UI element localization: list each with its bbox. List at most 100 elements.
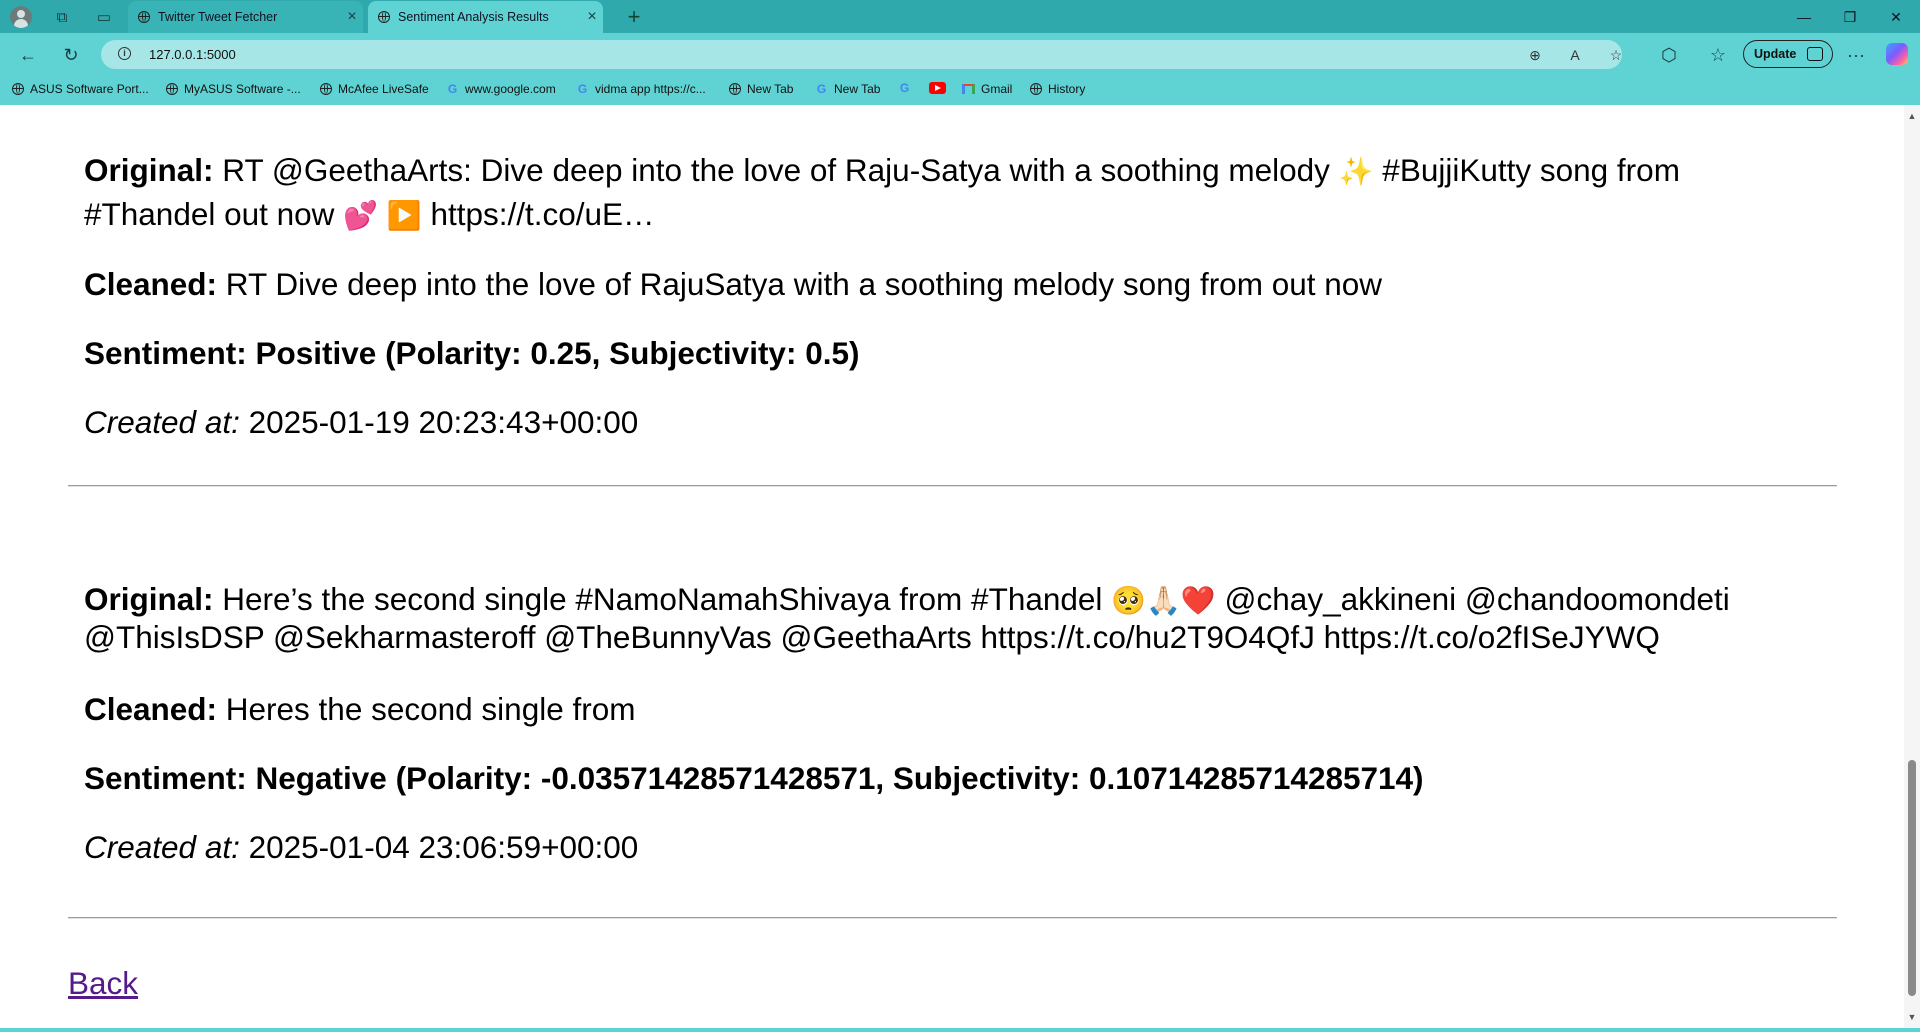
bookmark-item[interactable]: G New Tab	[815, 81, 881, 96]
copilot-icon[interactable]	[1886, 43, 1908, 65]
divider	[68, 917, 1837, 919]
close-tab-icon[interactable]: ×	[581, 8, 603, 26]
google-icon: G	[816, 81, 827, 96]
bookmark-label: www.google.com	[465, 82, 556, 96]
red-heart-icon: ❤️	[1180, 584, 1216, 617]
tab-sentiment-analysis-results[interactable]: Sentiment Analysis Results ×	[368, 1, 603, 33]
results-content: Original: Here’s the second single #Namo…	[84, 581, 1784, 869]
bookmark-item[interactable]: MyASUS Software -...	[166, 82, 301, 96]
tab-twitter-tweet-fetcher[interactable]: Twitter Tweet Fetcher ×	[128, 1, 363, 33]
update-button[interactable]: Update	[1743, 40, 1833, 68]
bookmark-label: MyASUS Software -...	[184, 82, 301, 96]
bookmark-item[interactable]: Gmail	[962, 82, 1012, 96]
address-bar[interactable]: i 127.0.0.1:5000 ⊕ A ☆	[101, 40, 1622, 69]
scrollbar-thumb[interactable]	[1908, 760, 1916, 996]
cleaned-label: Cleaned:	[84, 691, 218, 727]
zoom-icon[interactable]: ⊕	[1524, 44, 1546, 66]
tweet-cleaned: Cleaned: RT Dive deep into the love of R…	[84, 263, 1784, 306]
pleading-face-icon: 🥺	[1111, 584, 1147, 617]
cleaned-text: RT Dive deep into the love of RajuSatya …	[217, 266, 1383, 302]
bookmark-item[interactable]: McAfee LiveSafe	[320, 82, 429, 96]
update-icon	[1807, 47, 1823, 61]
close-tab-icon[interactable]: ×	[341, 8, 363, 26]
restore-window-button[interactable]: ❐	[1827, 2, 1873, 32]
profile-avatar-icon[interactable]	[10, 6, 32, 28]
tweet-cleaned: Cleaned: Heres the second single from	[84, 688, 1784, 731]
youtube-icon[interactable]	[929, 82, 946, 94]
favorites-icon[interactable]: ☆	[1704, 41, 1732, 69]
created-at-label: Created at:	[84, 829, 240, 865]
favorite-star-icon[interactable]: ☆	[1605, 44, 1627, 66]
tweet-sentiment: Sentiment: Negative (Polarity: -0.035714…	[84, 760, 1424, 796]
globe-icon	[320, 83, 332, 95]
folded-hands-icon: 🙏🏻	[1146, 584, 1181, 617]
close-window-button[interactable]: ✕	[1873, 2, 1919, 32]
bookmark-label: Gmail	[981, 82, 1013, 96]
bookmark-label: New Tab	[747, 82, 794, 96]
vertical-tabs-icon[interactable]: ▭	[91, 4, 117, 30]
vertical-scrollbar[interactable]: ▲ ▼	[1904, 105, 1920, 1032]
globe-icon	[166, 83, 178, 95]
back-arrow-icon[interactable]: ←	[14, 41, 42, 69]
cleaned-text: Heres the second single from	[217, 691, 636, 727]
extensions-icon[interactable]: ⬡	[1655, 41, 1683, 69]
tab-title: Twitter Tweet Fetcher	[158, 10, 278, 24]
bookmark-item[interactable]: ASUS Software Port...	[12, 82, 149, 96]
scroll-up-arrow-icon[interactable]: ▲	[1907, 111, 1917, 121]
tweet-created-at: Created at: 2025-01-19 20:23:43+00:00	[84, 401, 1784, 444]
results-content: Original: RT @GeethaArts: Dive deep into…	[84, 149, 1784, 444]
created-at-value: 2025-01-19 20:23:43+00:00	[239, 404, 639, 440]
original-label: Original:	[84, 152, 214, 188]
back-link[interactable]: Back	[68, 965, 138, 1002]
bookmark-label: vidma app https://c...	[595, 82, 706, 96]
play-button-icon: ▶️	[386, 199, 422, 232]
update-label: Update	[1754, 47, 1797, 61]
sparkles-icon: ✨	[1338, 155, 1374, 188]
original-label: Original:	[84, 581, 214, 617]
cleaned-label: Cleaned:	[84, 266, 218, 302]
original-text: Here’s the second single #NamoNamahShiva…	[213, 581, 1112, 617]
created-at-label: Created at:	[84, 404, 240, 440]
tweet-created-at: Created at: 2025-01-04 23:06:59+00:00	[84, 826, 1784, 869]
bookmark-label: ASUS Software Port...	[30, 82, 149, 96]
google-icon: G	[577, 81, 588, 96]
globe-icon	[378, 11, 390, 23]
browser-toolbar: ← ↻ i 127.0.0.1:5000 ⊕ A ☆ ⬡ ☆ Update ··…	[0, 33, 1920, 75]
globe-icon	[138, 11, 150, 23]
bookmarks-bar: ASUS Software Port... MyASUS Software -.…	[0, 75, 1920, 105]
original-text: RT @GeethaArts: Dive deep into the love …	[213, 152, 1339, 188]
more-menu-icon[interactable]: ···	[1842, 41, 1870, 69]
tab-title: Sentiment Analysis Results	[398, 10, 549, 24]
created-at-value: 2025-01-04 23:06:59+00:00	[239, 829, 639, 865]
bookmark-item[interactable]: New Tab	[729, 82, 793, 96]
site-info-icon[interactable]: i	[118, 47, 131, 60]
new-tab-button[interactable]: +	[620, 3, 648, 31]
globe-icon	[1030, 83, 1042, 95]
read-aloud-icon[interactable]: A	[1564, 44, 1586, 66]
original-text: https://t.co/uE…	[421, 196, 655, 232]
refresh-icon[interactable]: ↻	[57, 41, 85, 69]
scroll-down-arrow-icon[interactable]: ▼	[1907, 1012, 1917, 1022]
minimize-window-button[interactable]: —	[1781, 2, 1827, 32]
workspaces-icon[interactable]: ⧉	[49, 4, 75, 30]
google-icon: G	[899, 81, 910, 95]
tweet-original: Original: RT @GeethaArts: Dive deep into…	[84, 149, 1784, 237]
page-viewport: Original: RT @GeethaArts: Dive deep into…	[0, 105, 1920, 1032]
tweet-original: Original: Here’s the second single #Namo…	[84, 581, 1784, 656]
bookmark-item[interactable]: G vidma app https://c...	[576, 82, 706, 96]
divider	[68, 485, 1837, 487]
bookmark-label: History	[1048, 82, 1086, 96]
bookmark-item[interactable]: G www.google.com	[446, 82, 556, 96]
globe-icon	[729, 83, 741, 95]
google-icon: G	[447, 81, 458, 96]
tweet-sentiment: Sentiment: Positive (Polarity: 0.25, Sub…	[84, 335, 860, 371]
bookmark-label: McAfee LiveSafe	[338, 82, 429, 96]
gmail-icon	[962, 84, 975, 94]
bookmark-item[interactable]: G	[898, 82, 917, 95]
two-hearts-icon: 💕	[343, 199, 379, 232]
address-url[interactable]: 127.0.0.1:5000	[149, 47, 236, 62]
bookmark-label: New Tab	[834, 82, 881, 96]
globe-icon	[12, 83, 24, 95]
bookmark-item[interactable]: History	[1030, 82, 1085, 96]
window-bottom-border	[0, 1028, 1920, 1032]
